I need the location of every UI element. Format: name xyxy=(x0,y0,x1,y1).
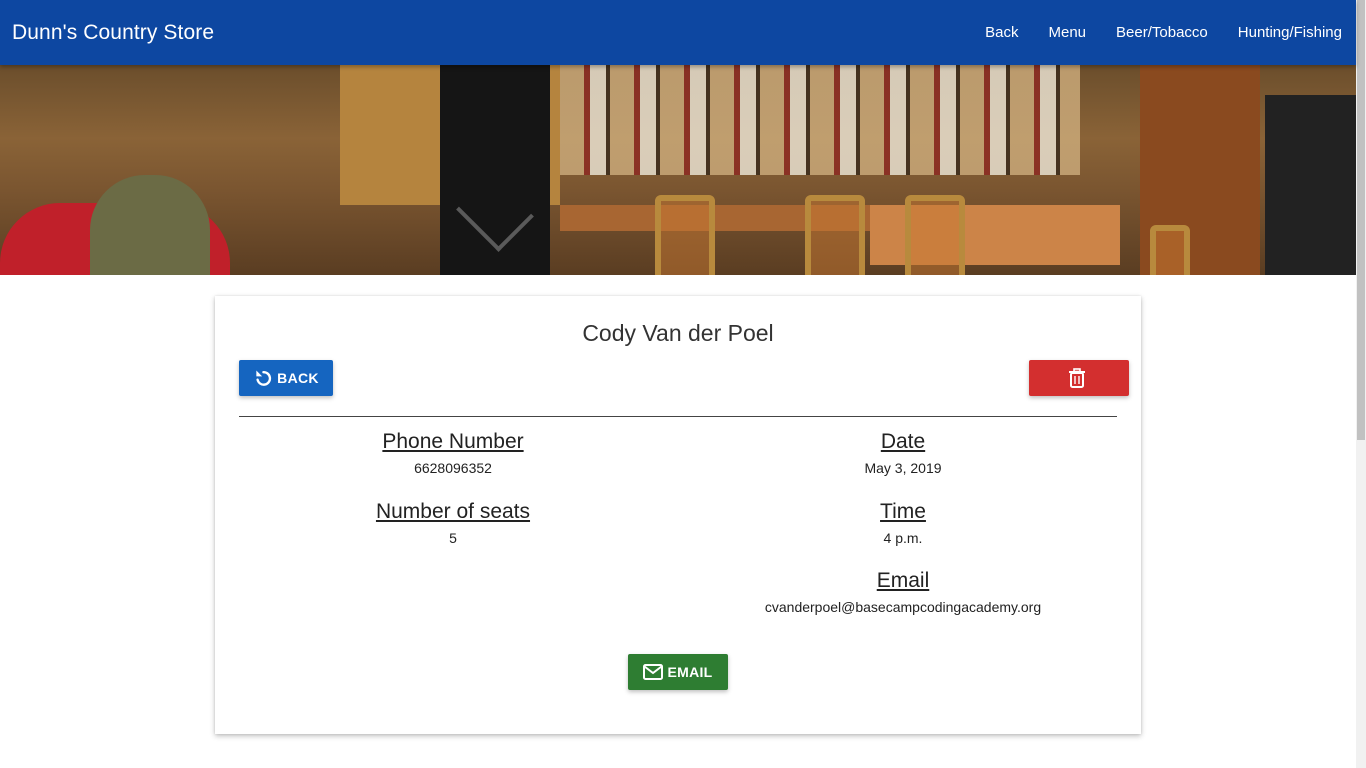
seats-label: Number of seats xyxy=(375,500,531,523)
phone-number-label: Phone Number xyxy=(382,430,524,453)
scrollbar-thumb[interactable] xyxy=(1357,0,1365,440)
nav-link-beer-tobacco[interactable]: Beer/Tobacco xyxy=(1116,24,1208,41)
phone-number-value: 6628096352 xyxy=(414,460,492,476)
nav-links: Back Menu Beer/Tobacco Hunting/Fishing xyxy=(955,24,1342,41)
email-button-label: EMAIL xyxy=(667,664,713,680)
time-label: Time xyxy=(880,500,926,523)
page: Dunn's Country Store Back Menu Beer/Toba… xyxy=(0,0,1356,768)
date-field: Date May 3, 2019 xyxy=(683,430,1123,476)
time-field: Time 4 p.m. xyxy=(683,500,1123,546)
nav-link-hunting-fishing[interactable]: Hunting/Fishing xyxy=(1238,24,1342,41)
top-navbar: Dunn's Country Store Back Menu Beer/Toba… xyxy=(0,0,1356,65)
nav-link-menu[interactable]: Menu xyxy=(1049,24,1087,41)
brand-title[interactable]: Dunn's Country Store xyxy=(12,21,214,45)
delete-button[interactable] xyxy=(1029,360,1129,396)
reservation-name: Cody Van der Poel xyxy=(582,320,774,346)
date-value: May 3, 2019 xyxy=(864,460,942,476)
divider xyxy=(239,416,1117,417)
email-button[interactable]: EMAIL xyxy=(628,654,728,690)
reservation-card: Cody Van der Poel BACK Phone Number 6628… xyxy=(215,296,1141,734)
seats-field: Number of seats 5 xyxy=(233,500,673,546)
time-value: 4 p.m. xyxy=(883,530,923,546)
trash-icon xyxy=(1069,368,1085,388)
date-label: Date xyxy=(880,430,926,453)
back-button-label: BACK xyxy=(277,370,319,386)
email-label: Email xyxy=(876,569,930,592)
nav-link-back[interactable]: Back xyxy=(985,24,1018,41)
phone-number-field: Phone Number 6628096352 xyxy=(233,430,673,476)
seats-value: 5 xyxy=(449,530,457,546)
back-button[interactable]: BACK xyxy=(239,360,333,396)
envelope-icon xyxy=(643,664,664,680)
page-scrollbar[interactable] xyxy=(1356,0,1366,768)
hero-banner-image xyxy=(0,65,1356,275)
undo-icon xyxy=(256,370,272,386)
email-value: cvanderpoel@basecampcodingacademy.org xyxy=(764,599,1042,615)
email-field: Email cvanderpoel@basecampcodingacademy.… xyxy=(683,569,1123,615)
